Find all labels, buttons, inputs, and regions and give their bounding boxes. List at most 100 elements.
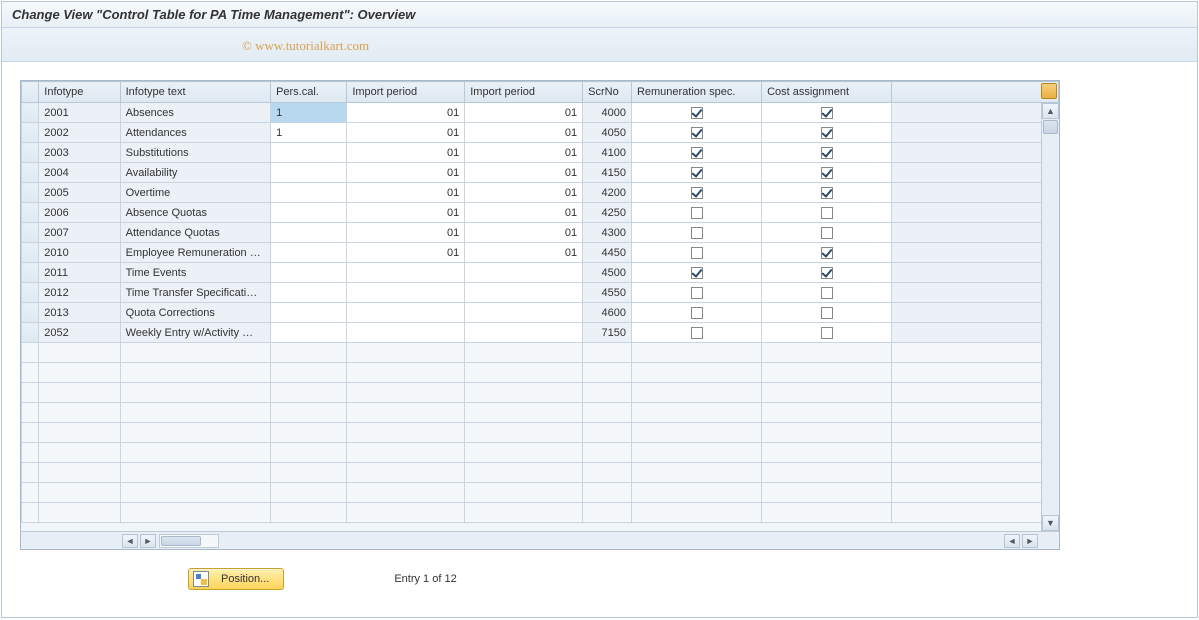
hscroll-track[interactable] [159,534,219,548]
cell-empty[interactable] [271,503,347,523]
checkbox-icon[interactable] [691,167,703,179]
col-scrno[interactable]: ScrNo [583,82,632,103]
checkbox-icon[interactable] [691,227,703,239]
checkbox-icon[interactable] [691,107,703,119]
cell-import1[interactable] [347,323,465,343]
row-selector[interactable] [22,383,39,403]
checkbox-icon[interactable] [691,267,703,279]
cell-empty[interactable] [465,443,583,463]
cell-import2[interactable]: 01 [465,143,583,163]
checkbox-icon[interactable] [691,127,703,139]
cell-import2[interactable] [465,283,583,303]
cell-import2[interactable]: 01 [465,123,583,143]
checkbox-icon[interactable] [691,207,703,219]
cell-import2[interactable] [465,323,583,343]
cell-empty[interactable] [120,383,270,403]
cell-empty[interactable] [583,443,632,463]
cell-perscal[interactable] [271,243,347,263]
cell-empty[interactable] [465,363,583,383]
cell-import1[interactable] [347,303,465,323]
row-selector[interactable] [22,423,39,443]
cell-perscal[interactable] [271,283,347,303]
cell-empty[interactable] [120,443,270,463]
scroll-up-icon[interactable]: ▲ [1042,103,1059,119]
cell-remuneration[interactable] [631,243,761,263]
row-selector[interactable] [22,243,39,263]
cell-cost[interactable] [762,183,892,203]
cell-import2[interactable]: 01 [465,243,583,263]
cell-remuneration[interactable] [631,143,761,163]
scroll-down-icon[interactable]: ▼ [1042,515,1059,531]
scroll-thumb[interactable] [1043,120,1058,134]
col-infotype[interactable]: Infotype [39,82,120,103]
cell-empty[interactable] [762,423,892,443]
cell-empty[interactable] [39,423,120,443]
cell-empty[interactable] [583,383,632,403]
cell-empty[interactable] [631,343,761,363]
hscroll-left2-icon[interactable]: ◄ [1004,534,1020,548]
cell-cost[interactable] [762,323,892,343]
cell-empty[interactable] [39,383,120,403]
checkbox-icon[interactable] [691,247,703,259]
cell-empty[interactable] [347,343,465,363]
cell-empty[interactable] [347,443,465,463]
cell-perscal[interactable] [271,323,347,343]
cell-perscal[interactable] [271,223,347,243]
cell-import2[interactable]: 01 [465,183,583,203]
cell-empty[interactable] [762,363,892,383]
cell-remuneration[interactable] [631,183,761,203]
vertical-scrollbar[interactable]: ▲ ▼ [1041,103,1059,531]
cell-import1[interactable]: 01 [347,203,465,223]
cell-import2[interactable]: 01 [465,163,583,183]
hscroll-left-icon[interactable]: ◄ [122,534,138,548]
cell-empty[interactable] [120,483,270,503]
cell-import1[interactable]: 01 [347,103,465,123]
row-selector[interactable] [22,143,39,163]
hscroll-thumb[interactable] [161,536,201,546]
cell-cost[interactable] [762,263,892,283]
cell-import2[interactable]: 01 [465,103,583,123]
cell-import2[interactable]: 01 [465,203,583,223]
cell-empty[interactable] [631,403,761,423]
checkbox-icon[interactable] [821,227,833,239]
checkbox-icon[interactable] [821,307,833,319]
cell-empty[interactable] [631,503,761,523]
cell-import1[interactable]: 01 [347,183,465,203]
row-selector[interactable] [22,463,39,483]
cell-empty[interactable] [120,363,270,383]
cell-empty[interactable] [583,403,632,423]
cell-empty[interactable] [347,363,465,383]
row-selector[interactable] [22,283,39,303]
cell-empty[interactable] [631,383,761,403]
cell-empty[interactable] [120,503,270,523]
cell-remuneration[interactable] [631,303,761,323]
cell-empty[interactable] [631,363,761,383]
position-button[interactable]: Position... [188,568,284,590]
cell-import1[interactable] [347,263,465,283]
cell-empty[interactable] [465,503,583,523]
checkbox-icon[interactable] [821,127,833,139]
checkbox-icon[interactable] [691,147,703,159]
cell-import1[interactable] [347,283,465,303]
cell-remuneration[interactable] [631,163,761,183]
cell-import2[interactable]: 01 [465,223,583,243]
row-selector[interactable] [22,343,39,363]
col-import-period-2[interactable]: Import period [465,82,583,103]
cell-empty[interactable] [465,403,583,423]
cell-perscal[interactable] [271,203,347,223]
cell-empty[interactable] [465,383,583,403]
cell-remuneration[interactable] [631,323,761,343]
cell-empty[interactable] [271,343,347,363]
cell-empty[interactable] [271,383,347,403]
cell-empty[interactable] [347,463,465,483]
cell-import1[interactable]: 01 [347,223,465,243]
col-cost-assignment[interactable]: Cost assignment [762,82,892,103]
cell-remuneration[interactable] [631,263,761,283]
cell-empty[interactable] [39,403,120,423]
row-selector[interactable] [22,263,39,283]
cell-cost[interactable] [762,303,892,323]
checkbox-icon[interactable] [691,187,703,199]
cell-empty[interactable] [39,463,120,483]
cell-empty[interactable] [347,503,465,523]
cell-empty[interactable] [465,343,583,363]
